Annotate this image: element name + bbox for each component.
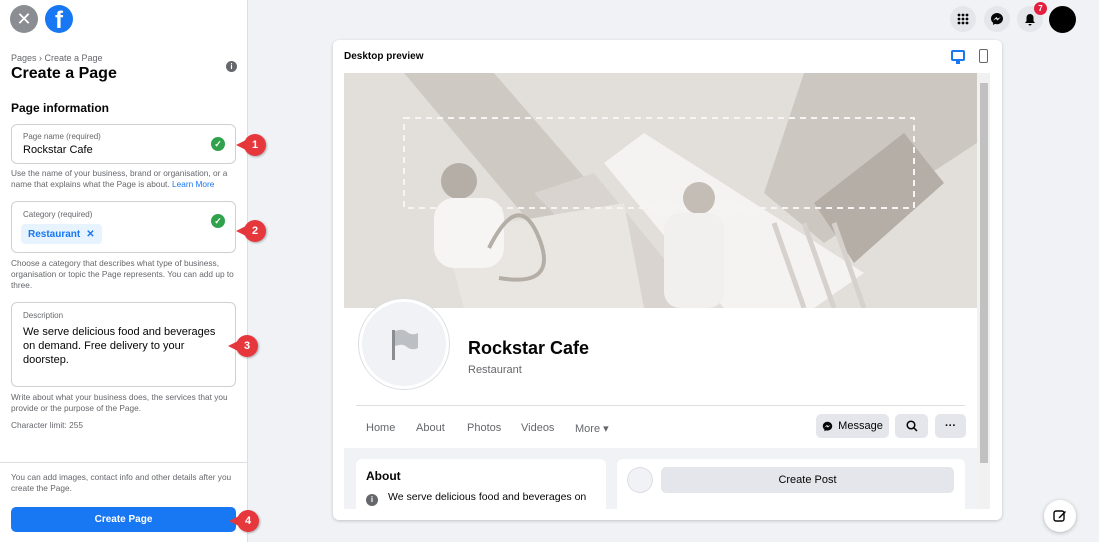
create-post-button[interactable]: Create Post: [661, 467, 954, 493]
preview-category: Restaurant: [468, 364, 522, 376]
category-chip[interactable]: Restaurant ✕: [21, 224, 102, 244]
scrollbar-thumb[interactable]: [980, 83, 988, 463]
category-field[interactable]: Category (required) Restaurant ✕ ✓: [11, 201, 236, 253]
tab-videos[interactable]: Videos: [521, 422, 554, 434]
create-page-button[interactable]: Create Page: [11, 507, 236, 532]
info-icon[interactable]: i: [226, 61, 237, 72]
category-label: Category (required): [23, 210, 93, 219]
post-avatar: [627, 467, 653, 493]
description-value: We serve delicious food and beverages on…: [23, 326, 216, 366]
callout-2: 2: [236, 220, 270, 242]
callout-3: 3: [228, 335, 262, 357]
about-card: About i We serve delicious food and beve…: [356, 459, 606, 509]
messenger-icon[interactable]: [984, 6, 1010, 32]
notification-badge: 7: [1034, 2, 1047, 15]
create-post-card: Create Post: [617, 459, 965, 509]
tab-about[interactable]: About: [416, 422, 445, 434]
page-name-value: Rockstar Cafe: [23, 144, 93, 156]
section-title: Page information: [11, 101, 110, 115]
profile-picture: [359, 299, 449, 389]
compose-icon[interactable]: [1044, 500, 1076, 532]
character-limit: Character limit: 255: [11, 420, 83, 430]
description-label: Description: [23, 311, 64, 320]
about-description: We serve delicious food and beverages on: [388, 491, 587, 503]
footer-help: You can add images, contact info and oth…: [11, 472, 232, 493]
cover-illustration: [344, 73, 977, 308]
callout-4: 4: [229, 510, 263, 532]
menu-grid-icon[interactable]: [950, 6, 976, 32]
check-icon: ✓: [211, 214, 225, 228]
preview-page-name: Rockstar Cafe: [468, 338, 590, 358]
category-help: Choose a category that describes what ty…: [11, 258, 234, 290]
page-title: Create a Page: [11, 65, 117, 82]
description-field[interactable]: Description We serve delicious food and …: [11, 302, 236, 387]
search-icon: [905, 420, 918, 432]
page-name-help: Use the name of your business, brand or …: [11, 168, 228, 189]
panel-footer: You can add images, contact info and oth…: [0, 462, 248, 542]
learn-more-link[interactable]: Learn More: [172, 179, 214, 189]
check-icon: ✓: [211, 137, 225, 151]
close-icon[interactable]: ✕: [10, 5, 38, 33]
callout-1: 1: [236, 134, 270, 156]
info-icon: i: [366, 494, 378, 506]
tab-more[interactable]: More ▾: [575, 422, 609, 435]
message-button[interactable]: Message: [816, 414, 889, 438]
page-name-field[interactable]: Page name (required) Rockstar Cafe ✓: [11, 124, 236, 164]
tab-home[interactable]: Home: [366, 422, 395, 434]
desktop-icon[interactable]: [951, 50, 965, 64]
tab-photos[interactable]: Photos: [467, 422, 501, 434]
page-preview: Rockstar Cafe Restaurant Home About Phot…: [344, 73, 990, 509]
remove-chip-icon[interactable]: ✕: [86, 229, 94, 240]
search-button[interactable]: [895, 414, 928, 438]
flag-icon: [392, 329, 418, 360]
account-avatar[interactable]: [1049, 6, 1076, 33]
message-label: Message: [838, 420, 883, 432]
page-name-label: Page name (required): [23, 132, 101, 141]
category-chip-label: Restaurant: [28, 228, 81, 240]
create-page-panel: ✕ f Pages › Create a Page Create a Page …: [0, 0, 248, 542]
page-tabs: Home About Photos Videos More ▾ Message …: [356, 405, 966, 445]
messenger-icon: [822, 421, 833, 431]
page-header: Rockstar Cafe Restaurant Home About Phot…: [344, 299, 977, 448]
panel-topbar: ✕ f: [0, 0, 247, 38]
description-help: Write about what your business does, the…: [11, 392, 228, 413]
preview-card: Desktop preview Rockstar Cafe Restaurant…: [333, 40, 1002, 520]
facebook-logo-icon[interactable]: f: [45, 5, 73, 33]
preview-scrollbar[interactable]: [978, 73, 990, 509]
mobile-icon[interactable]: [979, 49, 988, 63]
about-title: About: [366, 469, 401, 483]
more-button[interactable]: ···: [935, 414, 966, 438]
preview-label: Desktop preview: [344, 51, 424, 62]
breadcrumb[interactable]: Pages › Create a Page: [11, 53, 103, 63]
